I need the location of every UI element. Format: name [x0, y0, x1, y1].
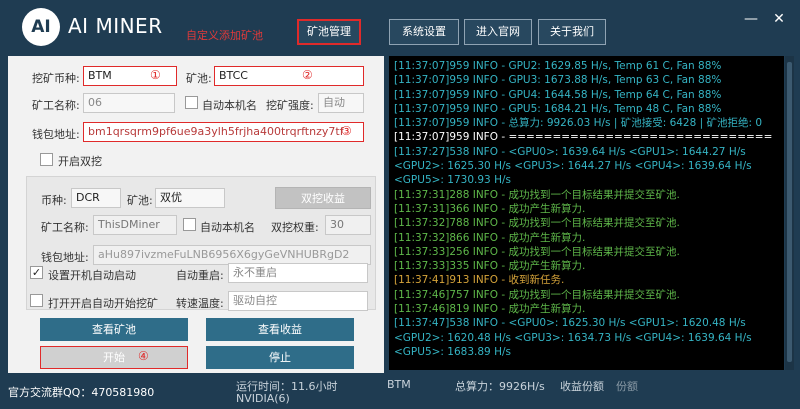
custom-pool-annotation: 自定义添加矿池 [186, 29, 263, 42]
dual-auto-name-label: 自动本机名 [200, 221, 255, 234]
log-line: [11:37:07]959 INFO - GPU2: 1629.85 H/s, … [394, 60, 722, 72]
wallet-label: 钱包地址: [32, 128, 80, 141]
pool-select[interactable]: BTCC [214, 66, 364, 86]
view-profit-button[interactable]: 查看收益 [206, 318, 354, 341]
log-line: [11:37:32]866 INFO - 成功产生新算力. [394, 231, 586, 244]
autostart-checkbox[interactable]: ✓ [30, 266, 43, 279]
coin-annotation: ① [150, 68, 161, 82]
view-pool-button[interactable]: 查看矿池 [40, 318, 188, 341]
intensity-select[interactable]: 自动 [318, 93, 364, 113]
log-line: <GPU5>: 1730.93 H/s [394, 174, 511, 187]
log-line: [11:37:33]335 INFO - 成功产生新算力. [394, 260, 586, 273]
status-bar: 官方交流群QQ：470581980 运行时间：11.6小时 NVIDIA(6) … [0, 375, 800, 409]
coin-select[interactable]: BTM [83, 66, 177, 86]
log-line: [11:37:33]256 INFO - 成功找到一个目标结果并提交至矿池. [394, 245, 680, 258]
profit-share-label: 收益份额 [560, 380, 604, 393]
dual-mining-checkbox[interactable] [40, 153, 53, 166]
log-scrollbar-thumb[interactable] [787, 62, 792, 362]
about-button[interactable]: 关于我们 [538, 19, 606, 45]
dual-coin-label: 币种: [41, 194, 67, 207]
log-console: [11:37:07]959 INFO - GPU2: 1629.85 H/s, … [389, 56, 784, 370]
website-button[interactable]: 进入官网 [464, 19, 532, 45]
fan-temp-select[interactable]: 驱动自控 [228, 291, 368, 311]
start-button[interactable]: 开始 [40, 346, 188, 369]
log-line: <GPU2>: 1620.48 H/s <GPU3>: 1634.73 H/s … [394, 331, 752, 344]
app-logo-icon: AI [22, 8, 60, 46]
dual-profit-button[interactable]: 双挖收益 [275, 187, 371, 209]
auto-mine-checkbox[interactable] [30, 294, 43, 307]
worker-label: 矿工名称: [32, 99, 80, 112]
close-icon[interactable]: ✕ [770, 10, 788, 28]
log-line: [11:37:46]819 INFO - 成功产生新算力. [394, 303, 586, 316]
log-line: [11:37:41]913 INFO - 收到新任务. [394, 274, 565, 287]
log-line: [11:37:07]959 INFO - GPU3: 1673.88 H/s, … [394, 74, 722, 87]
log-scrollbar[interactable] [785, 56, 794, 370]
config-panel: 挖矿币种: BTM ① 矿池: BTCC ② 矿工名称: 06 自动本机名 挖矿… [8, 56, 384, 373]
gpu-count-text: NVIDIA(6) [236, 392, 290, 405]
fan-temp-label: 转速温度: [176, 297, 224, 310]
log-line: [11:37:31]366 INFO - 成功产生新算力. [394, 202, 586, 215]
log-line: [11:37:07]959 INFO - GPU5: 1684.21 H/s, … [394, 102, 722, 115]
pool-manage-button[interactable]: 矿池管理 [297, 19, 361, 45]
dual-wallet-label: 钱包地址: [41, 251, 89, 264]
intensity-label: 挖矿强度: [266, 99, 314, 112]
log-line: [11:37:07]959 INFO - GPU4: 1644.58 H/s, … [394, 88, 722, 101]
dual-worker-label: 矿工名称: [41, 221, 89, 234]
start-annotation: ④ [138, 349, 149, 363]
qq-group-text: 官方交流群QQ：470581980 [8, 386, 155, 399]
dual-auto-name-checkbox[interactable] [183, 218, 196, 231]
log-line: <GPU2>: 1625.30 H/s <GPU3>: 1644.27 H/s … [394, 160, 752, 173]
dual-weight-input[interactable]: 30 [325, 215, 371, 235]
status-coin-text: BTM [387, 378, 411, 391]
dual-pool-label: 矿池: [127, 194, 153, 207]
pool-label: 矿池: [186, 72, 212, 85]
profit-share-value: 份额 [616, 380, 638, 393]
coin-label: 挖矿币种: [32, 72, 80, 85]
log-line: [11:37:27]538 INFO - <GPU0>: 1639.64 H/s… [394, 145, 746, 158]
minimize-icon[interactable]: — [742, 10, 760, 28]
stop-button[interactable]: 停止 [206, 346, 354, 369]
restart-label: 自动重启: [176, 269, 224, 282]
wallet-annotation: ③ [341, 124, 352, 138]
log-line: [11:37:07]959 INFO - 总算力: 9926.03 H/s | … [394, 117, 763, 130]
log-line: <GPU5>: 1683.89 H/s [394, 345, 511, 358]
worker-name-input[interactable]: 06 [83, 93, 175, 113]
dual-wallet-input[interactable]: aHu897ivzmeFuLNB6956X6gyGeVNHUBRgD2 [93, 245, 371, 265]
dual-weight-label: 双挖权重: [271, 221, 319, 234]
dual-pool-select[interactable]: 双优 [155, 188, 225, 208]
log-line: [11:37:47]538 INFO - <GPU0>: 1625.30 H/s… [394, 317, 746, 330]
restart-select[interactable]: 永不重启 [228, 263, 368, 283]
autostart-label: 设置开机自动启动 [48, 269, 136, 282]
dual-worker-input[interactable]: ThisDMiner [93, 215, 177, 235]
log-line: [11:37:46]757 INFO - 成功找到一个目标结果并提交至矿池. [394, 288, 680, 301]
log-line: [11:37:31]288 INFO - 成功找到一个目标结果并提交至矿池. [394, 188, 680, 201]
dual-coin-select[interactable]: DCR [71, 188, 121, 208]
log-line: [11:37:32]788 INFO - 成功找到一个目标结果并提交至矿池. [394, 217, 680, 230]
dual-mining-label: 开启双挖 [58, 155, 102, 168]
log-line: [11:37:07]959 INFO - ===================… [394, 131, 773, 144]
total-hashrate-text: 总算力：9926H/s [455, 380, 545, 393]
title-bar: AI AI MINER 自定义添加矿池 矿池管理 系统设置 进入官网 关于我们 … [0, 0, 800, 54]
dual-mining-box: 币种: DCR 矿池: 双优 双挖收益 矿工名称: ThisDMiner 自动本… [26, 176, 376, 310]
app-title: AI MINER [68, 14, 163, 38]
auto-name-checkbox[interactable] [185, 96, 198, 109]
auto-mine-label: 打开开启自动开始挖矿 [48, 297, 158, 310]
system-settings-button[interactable]: 系统设置 [389, 19, 459, 45]
auto-name-label: 自动本机名 [202, 99, 257, 112]
pool-annotation: ② [302, 68, 313, 82]
wallet-address-input[interactable]: bm1qrsqrm9pf6ue9a3ylh5frjha400trqrftnzy7… [83, 122, 364, 142]
